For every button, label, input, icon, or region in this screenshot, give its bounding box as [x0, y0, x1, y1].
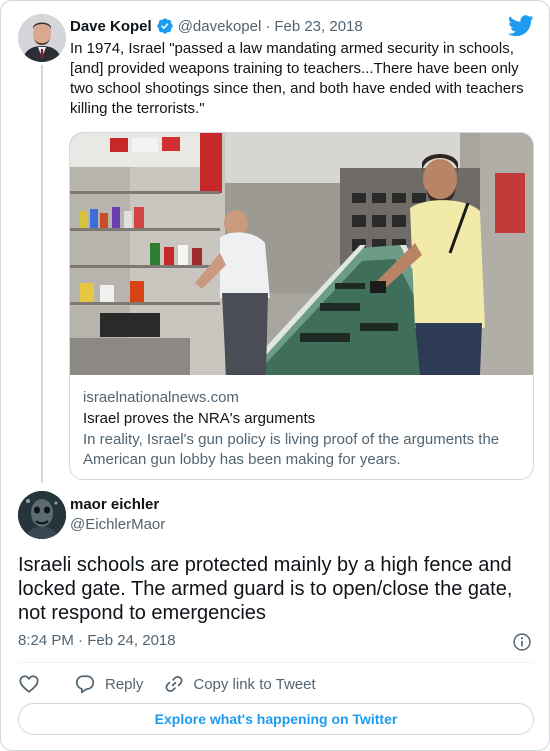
explore-twitter-button[interactable]: Explore what's happening on Twitter: [18, 703, 534, 735]
link-icon: [163, 673, 185, 695]
reply-author-display-name[interactable]: maor eichler: [70, 496, 159, 513]
tweet-text: In 1974, Israel "passed a law mandating …: [70, 40, 524, 117]
thread-connector-line: [41, 65, 43, 483]
tweet-date[interactable]: Feb 23, 2018: [274, 18, 362, 35]
reply-author-avatar[interactable]: [18, 491, 66, 539]
reply-author-handle[interactable]: @EichlerMaor: [70, 516, 165, 533]
copy-link-button[interactable]: Copy link to Tweet: [163, 673, 316, 695]
reply-button[interactable]: Reply: [74, 673, 143, 695]
reply-label: Reply: [105, 675, 144, 693]
link-description: In reality, Israel's gun policy is livin…: [83, 431, 500, 468]
like-button[interactable]: [18, 673, 40, 695]
link-preview-image[interactable]: [70, 133, 533, 375]
link-preview-meta: israelnationalnews.com Israel proves the…: [83, 388, 521, 470]
author-display-name[interactable]: Dave Kopel: [70, 18, 152, 35]
author-avatar[interactable]: [18, 14, 66, 62]
heart-icon: [18, 673, 40, 695]
tweet-header: Dave Kopel @davekopel · Feb 23, 2018: [70, 16, 363, 36]
copy-link-label: Copy link to Tweet: [193, 675, 316, 693]
info-icon[interactable]: [512, 632, 532, 652]
twitter-bird-icon[interactable]: [508, 15, 534, 37]
tweet-embed-card: Dave Kopel @davekopel · Feb 23, 2018 In …: [0, 0, 550, 751]
actions-divider: [18, 662, 533, 663]
link-domain: israelnationalnews.com: [83, 389, 239, 406]
reply-timestamp[interactable]: 8:24 PM · Feb 24, 2018: [18, 632, 176, 649]
verified-badge-icon: [156, 17, 174, 35]
speech-bubble-icon: [74, 673, 96, 695]
tweet-actions: Reply Copy link to Tweet: [18, 672, 336, 696]
link-title[interactable]: Israel proves the NRA's arguments: [83, 409, 521, 429]
author-handle[interactable]: @davekopel: [178, 18, 262, 35]
reply-tweet-text: Israeli schools are protected mainly by …: [18, 554, 513, 624]
link-preview-card[interactable]: israelnationalnews.com Israel proves the…: [69, 132, 534, 480]
header-separator: ·: [265, 17, 271, 35]
